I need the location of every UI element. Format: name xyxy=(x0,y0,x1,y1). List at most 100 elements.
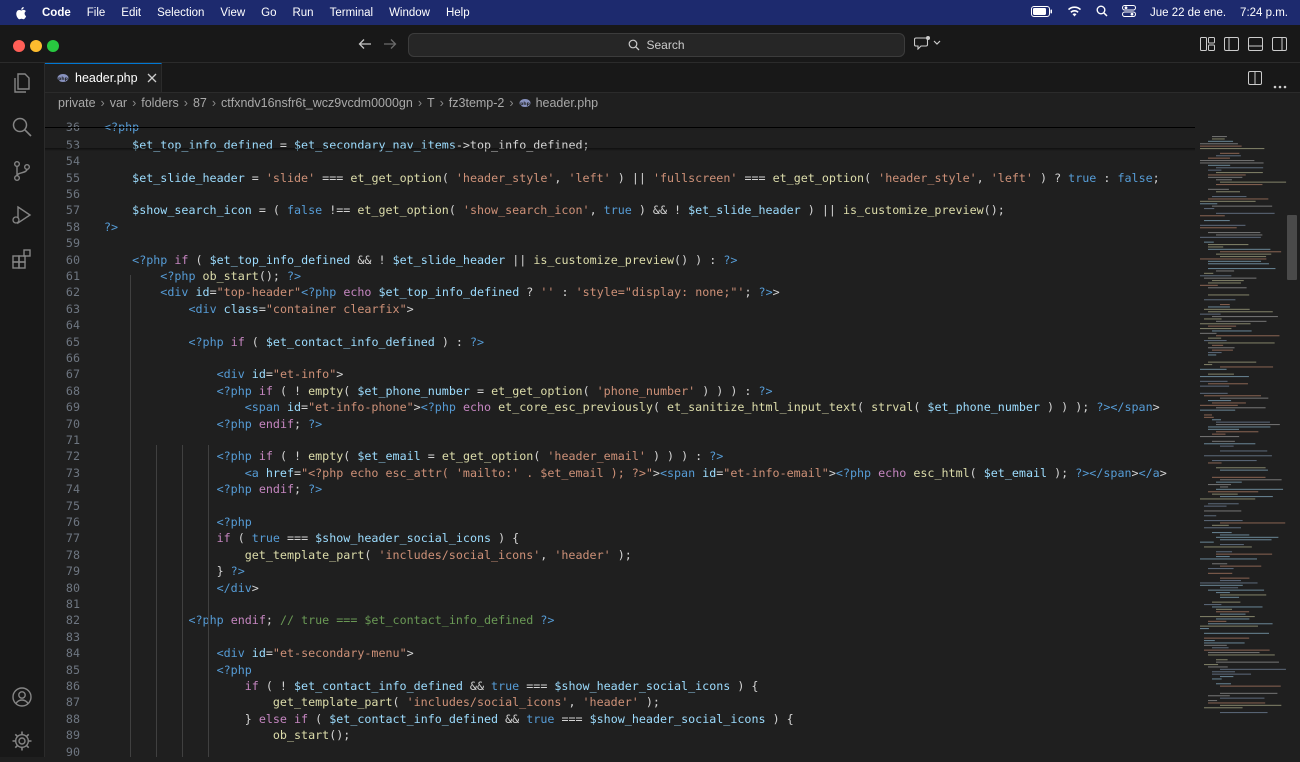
breadcrumb-item[interactable]: fz3temp-2 xyxy=(449,96,505,110)
line-number: 81 xyxy=(65,597,80,611)
line-number: 58 xyxy=(65,219,80,234)
minimap-line xyxy=(1204,644,1227,646)
breadcrumb-item[interactable]: T xyxy=(427,96,435,110)
code-editor[interactable]: 36 <?php 53 $et_top_info_defined = $et_sec… xyxy=(45,114,1195,757)
menubar-date[interactable]: Jue 22 de ene. xyxy=(1150,7,1226,19)
minimap-line xyxy=(1216,424,1280,426)
search-placeholder: Search xyxy=(646,38,685,52)
minimap-line xyxy=(1200,284,1218,286)
accounts-icon[interactable] xyxy=(10,685,34,709)
minimap-line xyxy=(1204,308,1250,310)
minimap-line xyxy=(1212,330,1252,332)
menu-file[interactable]: File xyxy=(87,7,106,19)
minimap-line xyxy=(1208,325,1237,327)
minimap-line xyxy=(1204,632,1270,634)
breadcrumb-item[interactable]: 87 xyxy=(193,96,207,110)
menu-go[interactable]: Go xyxy=(261,7,276,19)
menu-app-name[interactable]: Code xyxy=(42,7,71,19)
tab-label: header.php xyxy=(75,71,138,85)
breadcrumb-item[interactable]: header.php xyxy=(536,96,599,110)
tab-header-php[interactable]: php header.php xyxy=(45,63,162,92)
line-number: 88 xyxy=(65,711,80,726)
menu-terminal[interactable]: Terminal xyxy=(330,7,373,19)
forward-arrow-icon[interactable] xyxy=(383,37,397,55)
minimap-line xyxy=(1208,361,1257,363)
code-text: ob_start(); xyxy=(272,728,351,743)
breadcrumb-item[interactable]: var xyxy=(110,96,127,110)
source-control-icon[interactable] xyxy=(10,159,34,183)
menubar-time[interactable]: 7:24 p.m. xyxy=(1240,7,1288,19)
toggle-primary-sidebar-icon[interactable] xyxy=(1224,37,1239,56)
line-number: 89 xyxy=(65,728,80,743)
minimap-line xyxy=(1208,176,1243,178)
minimap-line xyxy=(1200,436,1240,438)
minimap-line xyxy=(1216,551,1233,553)
minimap-line xyxy=(1200,203,1218,205)
back-arrow-icon[interactable] xyxy=(358,37,372,55)
minimap-line xyxy=(1208,246,1224,248)
command-center-search[interactable]: Search xyxy=(408,33,905,57)
split-editor-icon[interactable] xyxy=(1248,71,1262,90)
menu-view[interactable]: View xyxy=(220,7,245,19)
menu-help[interactable]: Help xyxy=(446,7,470,19)
minimap-line xyxy=(1216,553,1273,555)
close-window-button[interactable] xyxy=(13,40,25,52)
close-icon[interactable] xyxy=(147,73,157,83)
toggle-panel-icon[interactable] xyxy=(1248,37,1263,56)
menu-run[interactable]: Run xyxy=(292,7,313,19)
minimap-line xyxy=(1204,505,1227,507)
minimap-line xyxy=(1220,587,1239,589)
menu-selection[interactable]: Selection xyxy=(157,7,204,19)
vertical-scrollbar-thumb[interactable] xyxy=(1287,215,1297,280)
minimap-line xyxy=(1200,160,1255,162)
breadcrumb-item[interactable]: private xyxy=(58,96,96,110)
minimap-line xyxy=(1220,668,1286,670)
code-text: $show_search_icon = ( false !== et_get_o… xyxy=(132,203,1005,218)
line-number: 59 xyxy=(65,236,80,251)
code-text: <div id="top-header"<?php echo $et_top_i… xyxy=(160,285,780,300)
minimap-line xyxy=(1212,647,1229,649)
search-view-icon[interactable] xyxy=(10,115,34,139)
copilot-chat-icon[interactable] xyxy=(913,36,942,55)
extensions-icon[interactable] xyxy=(10,247,34,271)
minimap-line xyxy=(1208,287,1247,289)
line-number: 65 xyxy=(65,334,80,349)
customize-layout-icon[interactable] xyxy=(1200,37,1215,56)
minimap-line xyxy=(1208,268,1276,270)
menu-window[interactable]: Window xyxy=(389,7,430,19)
minimap-line xyxy=(1204,340,1227,342)
minimap[interactable] xyxy=(1196,114,1300,757)
minimap-line xyxy=(1208,572,1233,574)
breadcrumb-item[interactable]: folders xyxy=(141,96,179,110)
run-and-debug-icon[interactable] xyxy=(10,203,34,227)
minimap-line xyxy=(1208,342,1275,344)
manage-gear-icon[interactable] xyxy=(10,729,34,753)
minimap-line xyxy=(1200,376,1249,378)
zoom-window-button[interactable] xyxy=(47,40,59,52)
chevron-right-icon: › xyxy=(509,96,514,110)
explorer-icon[interactable] xyxy=(10,71,34,95)
toggle-secondary-sidebar-icon[interactable] xyxy=(1272,37,1287,56)
line-number: 83 xyxy=(65,629,80,644)
minimize-window-button[interactable] xyxy=(30,40,42,52)
minimap-line xyxy=(1212,460,1257,462)
spotlight-search-icon[interactable] xyxy=(1096,5,1108,20)
control-center-icon[interactable] xyxy=(1121,5,1136,20)
minimap-line xyxy=(1200,275,1232,277)
minimap-line xyxy=(1208,589,1265,591)
chevron-right-icon: › xyxy=(100,96,105,110)
minimap-line xyxy=(1216,167,1264,169)
line-number: 67 xyxy=(65,367,80,382)
minimap-line xyxy=(1216,536,1279,538)
menu-edit[interactable]: Edit xyxy=(121,7,141,19)
line-number: 80 xyxy=(65,580,80,595)
code-text: if ( true === $show_header_social_icons … xyxy=(216,531,520,546)
minimap-line xyxy=(1220,251,1282,253)
minimap-line xyxy=(1208,568,1234,570)
minimap-line xyxy=(1220,366,1274,368)
wifi-icon[interactable] xyxy=(1067,5,1082,20)
minimap-line xyxy=(1208,337,1222,339)
apple-logo-icon[interactable] xyxy=(14,6,28,20)
breadcrumb-item[interactable]: ctfxndv16nsfr6t_wcz9vcdm0000gn xyxy=(221,96,413,110)
battery-icon[interactable] xyxy=(1030,5,1053,20)
